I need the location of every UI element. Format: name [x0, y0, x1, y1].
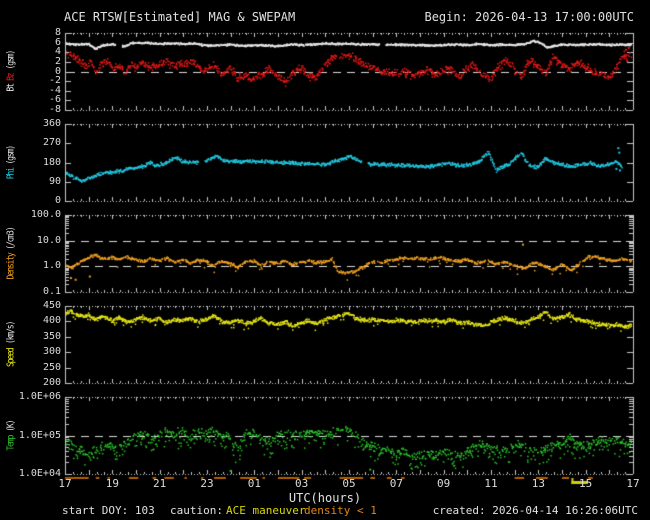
axis-title-phi: Phi (gsm) — [2, 131, 20, 194]
x-tick-label: 17 — [58, 477, 72, 490]
x-tick-label: 11 — [484, 477, 498, 490]
axis-title-part: Phi — [5, 164, 17, 180]
plot-title: ACE RTSW[Estimated] MAG & SWEPAM — [64, 10, 296, 24]
axis-title-part: Bz — [5, 69, 17, 81]
axis-title-part: Speed — [5, 344, 17, 367]
axis-title-part: (K) — [5, 420, 17, 432]
axis-title-part: (gsm) — [5, 145, 17, 165]
y-tick-label: 360 — [42, 118, 61, 129]
begin-timestamp: Begin: 2026-04-13 17:00:00UTC — [424, 10, 634, 24]
axis-title-part: (gsm) — [5, 51, 17, 70]
x-tick-label: 09 — [437, 477, 451, 490]
x-tick-label: 17 — [626, 477, 640, 490]
created-timestamp: created: 2026-04-14 16:26:06UTC — [432, 504, 638, 517]
axis-title-temp: Temp (K) — [2, 404, 20, 467]
axis-title-part: (km/s) — [5, 322, 17, 345]
caution-density-text: density < 1 — [304, 504, 377, 517]
axis-title-part: Bt — [5, 80, 17, 92]
x-tick-label: 15 — [579, 477, 593, 490]
axis-title-bt-bz: Bt Bz (gsm) — [2, 40, 20, 103]
plot-canvas — [0, 0, 650, 520]
x-tick-label: 07 — [389, 477, 403, 490]
y-tick-label: 0 — [54, 195, 61, 206]
ace-rtsw-plot: ACE RTSW[Estimated] MAG & SWEPAM Begin: … — [0, 0, 650, 520]
y-tick-label: 450 — [42, 300, 61, 311]
y-tick-label: 0.1 — [42, 286, 61, 297]
axis-title-density: Density (/cm3) — [2, 222, 20, 285]
start-doy-label: start DOY: 103 — [62, 504, 155, 517]
x-tick-label: 01 — [247, 477, 261, 490]
x-axis-label: UTC(hours) — [288, 491, 362, 505]
x-tick-label: 13 — [531, 477, 545, 490]
caution-maneuver-text: ACE maneuver — [226, 504, 306, 517]
axis-title-part: Temp — [5, 431, 17, 451]
y-tick-label: -8 — [48, 104, 61, 115]
axis-title-part: Density — [5, 249, 17, 280]
axis-title-part: (/cm3) — [5, 227, 17, 250]
x-tick-label: 21 — [153, 477, 167, 490]
y-tick-label: 1.0E+06 — [18, 391, 61, 402]
y-tick-label: 200 — [42, 377, 61, 388]
x-tick-label: 19 — [105, 477, 119, 490]
x-tick-label: 03 — [295, 477, 309, 490]
y-tick-label: 100.0 — [30, 209, 61, 220]
x-tick-label: 23 — [200, 477, 214, 490]
caution-label: caution: — [170, 504, 223, 517]
x-tick-label: 05 — [342, 477, 356, 490]
axis-title-speed: Speed (km/s) — [2, 313, 20, 376]
